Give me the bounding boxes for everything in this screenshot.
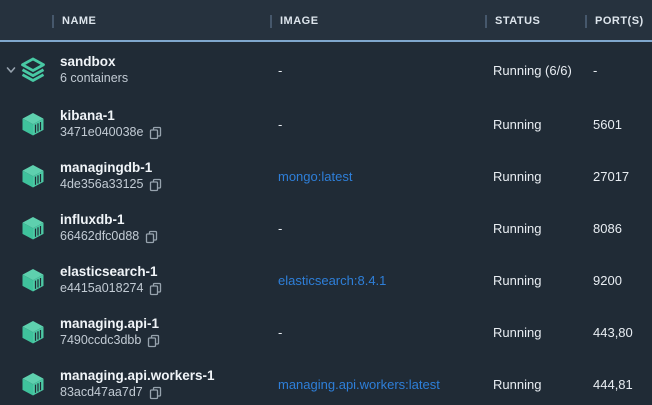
status-cell: Running bbox=[493, 358, 541, 405]
container-name: managingdb-1 bbox=[60, 159, 162, 176]
table-row[interactable]: kibana-1 3471e040038e - Running 5601 bbox=[0, 98, 652, 150]
name-cell: sandbox 6 containers bbox=[60, 42, 128, 98]
copy-icon[interactable] bbox=[149, 282, 162, 296]
image-cell: - bbox=[278, 42, 282, 98]
container-icon bbox=[19, 162, 47, 190]
container-id: 6 containers bbox=[60, 70, 128, 87]
name-cell: kibana-1 3471e040038e bbox=[60, 98, 162, 150]
table-row[interactable]: managing.api.workers-1 83acd47aa7d7 mana… bbox=[0, 358, 652, 405]
name-cell: managingdb-1 4de356a33125 bbox=[60, 150, 162, 202]
column-header-image[interactable]: IMAGE bbox=[270, 0, 319, 42]
ports-cell: 27017 bbox=[593, 150, 629, 202]
container-icon bbox=[19, 214, 47, 242]
status-cell: Running bbox=[493, 254, 541, 306]
column-header-label: NAME bbox=[62, 15, 96, 27]
table-row[interactable]: sandbox 6 containers - Running (6/6) - bbox=[0, 42, 652, 98]
column-divider bbox=[52, 15, 54, 28]
chevron-down-icon[interactable] bbox=[4, 63, 18, 77]
image-cell: - bbox=[278, 202, 282, 254]
table-body: sandbox 6 containers - Running (6/6) - bbox=[0, 42, 652, 405]
copy-icon[interactable] bbox=[147, 334, 160, 348]
name-cell: influxdb-1 66462dfc0d88 bbox=[60, 202, 158, 254]
ports-cell: 444,81 bbox=[593, 358, 633, 405]
name-cell: elasticsearch-1 e4415a018274 bbox=[60, 254, 162, 306]
status-cell: Running (6/6) bbox=[493, 42, 572, 98]
container-name: managing.api-1 bbox=[60, 315, 160, 332]
copy-icon[interactable] bbox=[149, 386, 162, 400]
status-cell: Running bbox=[493, 98, 541, 150]
container-icon bbox=[19, 318, 47, 346]
container-icon bbox=[19, 110, 47, 138]
copy-icon[interactable] bbox=[145, 230, 158, 244]
container-id: 3471e040038e bbox=[60, 124, 143, 141]
copy-icon[interactable] bbox=[149, 126, 162, 140]
column-header-label: STATUS bbox=[495, 15, 540, 27]
column-header-ports[interactable]: PORT(S) bbox=[585, 0, 644, 42]
layers-icon bbox=[19, 56, 47, 84]
layers-icon bbox=[19, 56, 47, 84]
image-cell: - bbox=[278, 306, 282, 358]
container-name: elasticsearch-1 bbox=[60, 263, 162, 280]
ports-cell: 5601 bbox=[593, 98, 622, 150]
image-cell: - bbox=[278, 98, 282, 150]
status-cell: Running bbox=[493, 306, 541, 358]
ports-cell: - bbox=[593, 42, 597, 98]
column-header-status[interactable]: STATUS bbox=[485, 0, 540, 42]
container-name: influxdb-1 bbox=[60, 211, 158, 228]
container-name: managing.api.workers-1 bbox=[60, 367, 215, 384]
column-header-label: PORT(S) bbox=[595, 15, 644, 27]
copy-icon[interactable] bbox=[149, 178, 162, 192]
status-cell: Running bbox=[493, 202, 541, 254]
name-cell: managing.api.workers-1 83acd47aa7d7 bbox=[60, 358, 215, 405]
container-id: 83acd47aa7d7 bbox=[60, 384, 143, 401]
image-link[interactable]: elasticsearch:8.4.1 bbox=[278, 254, 386, 306]
ports-cell: 8086 bbox=[593, 202, 622, 254]
table-row[interactable]: influxdb-1 66462dfc0d88 - Running 8086 bbox=[0, 202, 652, 254]
container-name: sandbox bbox=[60, 53, 128, 70]
table-row[interactable]: managing.api-1 7490ccdc3dbb - Running 44… bbox=[0, 306, 652, 358]
container-id: 4de356a33125 bbox=[60, 176, 143, 193]
status-cell: Running bbox=[493, 150, 541, 202]
column-header-label: IMAGE bbox=[280, 15, 319, 27]
table-row[interactable]: elasticsearch-1 e4415a018274 elasticsear… bbox=[0, 254, 652, 306]
container-icon bbox=[19, 370, 47, 398]
ports-cell: 443,80 bbox=[593, 306, 633, 358]
column-divider bbox=[485, 15, 487, 28]
image-link[interactable]: managing.api.workers:latest bbox=[278, 358, 440, 405]
container-id: e4415a018274 bbox=[60, 280, 143, 297]
column-divider bbox=[585, 15, 587, 28]
containers-table: NAME IMAGE STATUS PORT(S) sandbo bbox=[0, 0, 652, 405]
container-icon bbox=[19, 266, 47, 294]
column-header-name[interactable]: NAME bbox=[52, 0, 96, 42]
ports-cell: 9200 bbox=[593, 254, 622, 306]
container-id: 7490ccdc3dbb bbox=[60, 332, 141, 349]
name-cell: managing.api-1 7490ccdc3dbb bbox=[60, 306, 160, 358]
container-id: 66462dfc0d88 bbox=[60, 228, 139, 245]
image-link[interactable]: mongo:latest bbox=[278, 150, 352, 202]
column-divider bbox=[270, 15, 272, 28]
table-header: NAME IMAGE STATUS PORT(S) bbox=[0, 0, 652, 42]
table-row[interactable]: managingdb-1 4de356a33125 mongo:latest R… bbox=[0, 150, 652, 202]
container-name: kibana-1 bbox=[60, 107, 162, 124]
